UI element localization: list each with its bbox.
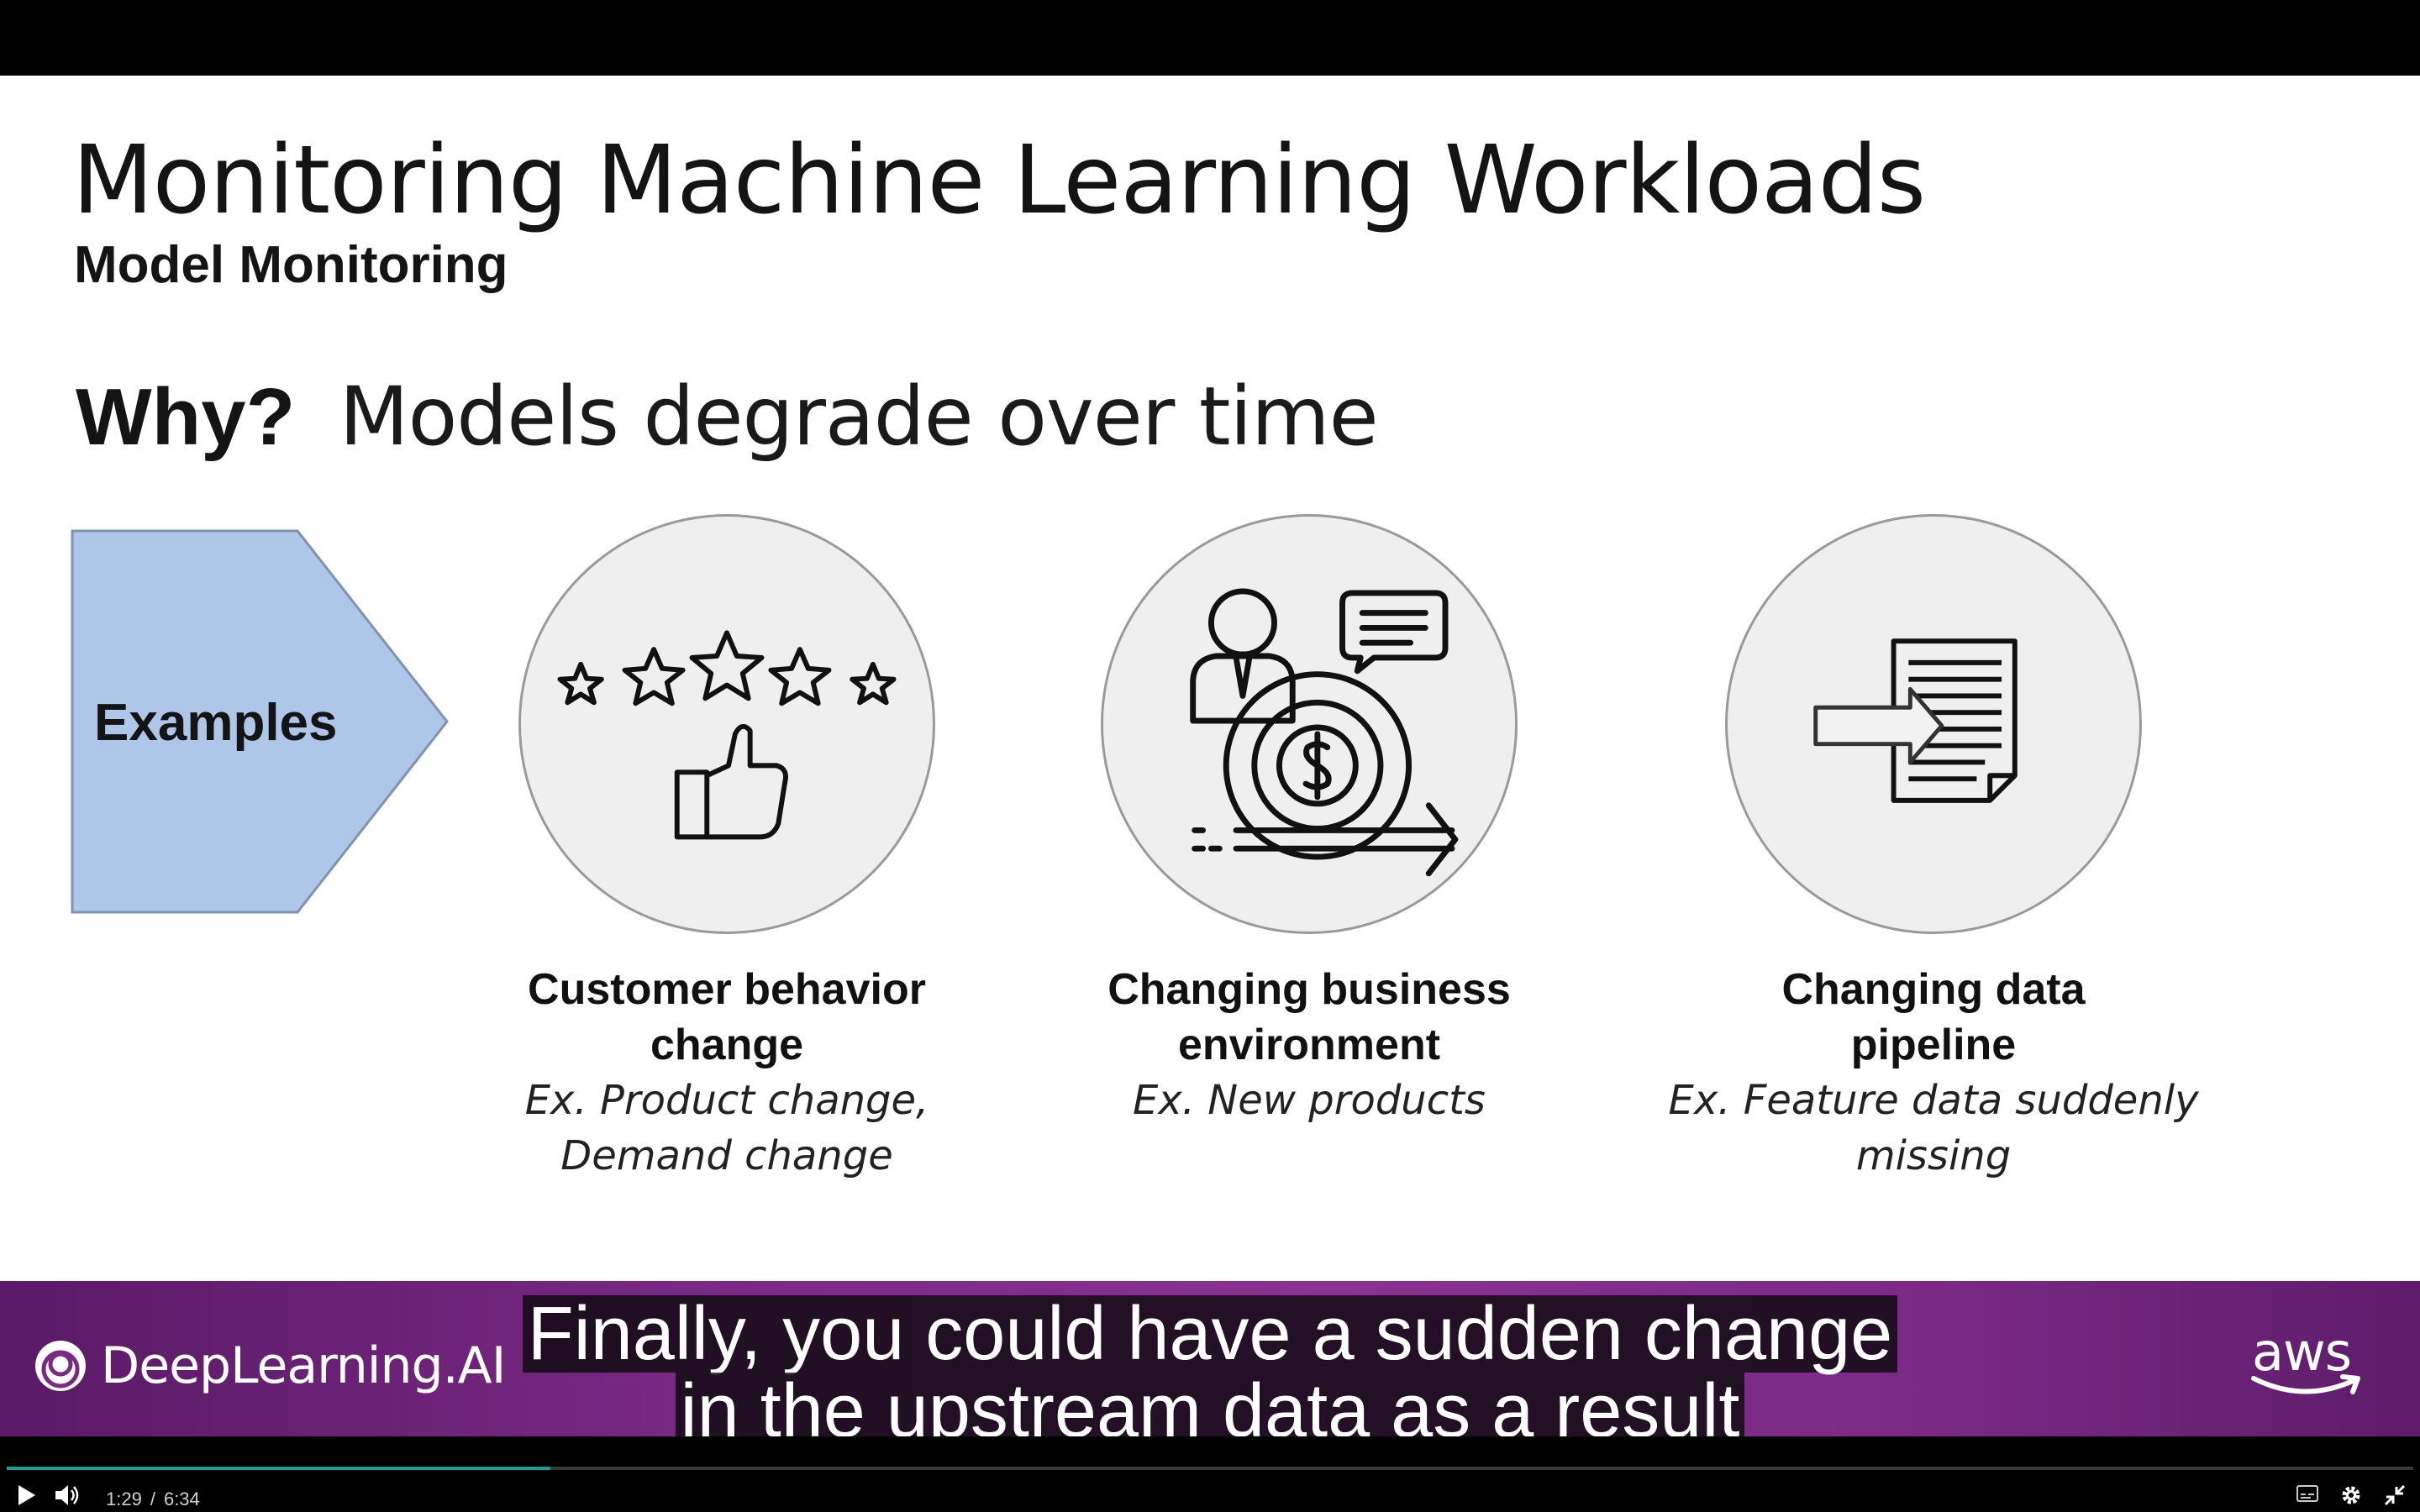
slide-title: Monitoring Machine Learning Workloads bbox=[72, 126, 1926, 235]
duration: 6:34 bbox=[163, 1488, 200, 1509]
subtitle-overlay: Finally, you could have a sudden change … bbox=[0, 1295, 2420, 1450]
exit-fullscreen-icon[interactable] bbox=[2383, 1483, 2407, 1507]
subtitle-line: Finally, you could have a sudden change bbox=[522, 1295, 1898, 1373]
why-statement: Why? Models degrade over time bbox=[76, 370, 1379, 464]
time-separator: / bbox=[150, 1488, 155, 1509]
example-detail: Ex. Feature data suddenly bbox=[1668, 1077, 2199, 1124]
data-pipeline-circle bbox=[1725, 514, 2142, 934]
slide-subtitle: Model Monitoring bbox=[74, 236, 508, 294]
example-heading: environment bbox=[1177, 1021, 1441, 1069]
progress-bar[interactable] bbox=[7, 1467, 2413, 1470]
customer-behavior-circle bbox=[518, 514, 935, 934]
example-heading: change bbox=[650, 1021, 804, 1069]
lecture-slide: Monitoring Machine Learning Workloads Mo… bbox=[0, 76, 2420, 1281]
example-heading: Changing data bbox=[1781, 965, 2086, 1014]
example-heading: Customer behavior bbox=[528, 965, 926, 1014]
example-detail: Demand change bbox=[560, 1132, 893, 1179]
why-text: Models degrade over time bbox=[339, 370, 1379, 464]
progress-fill bbox=[7, 1467, 551, 1470]
customer-behavior-caption: Customer behavior change Ex. Product cha… bbox=[433, 962, 1021, 1184]
example-detail: Ex. Product change, bbox=[524, 1077, 929, 1124]
volume-icon[interactable] bbox=[54, 1483, 81, 1507]
business-environment-circle bbox=[1101, 514, 1518, 934]
play-icon[interactable] bbox=[17, 1483, 37, 1507]
example-detail: Ex. New products bbox=[1133, 1077, 1486, 1124]
example-heading: pipeline bbox=[1850, 1021, 2017, 1069]
why-label: Why? bbox=[76, 372, 296, 462]
businessman-money-icon bbox=[1190, 588, 1459, 877]
settings-gear-icon[interactable] bbox=[2339, 1483, 2363, 1507]
example-detail: missing bbox=[1855, 1132, 2012, 1179]
data-pipeline-document-icon bbox=[1813, 638, 2018, 803]
examples-label: Examples bbox=[94, 694, 338, 752]
player-controls: 1:29 / 6:34 bbox=[0, 1436, 2420, 1512]
current-time: 1:29 bbox=[106, 1488, 142, 1509]
time-display: 1:29 / 6:34 bbox=[106, 1488, 200, 1510]
example-heading: Changing business bbox=[1107, 965, 1511, 1014]
business-environment-caption: Changing business environment Ex. New pr… bbox=[1015, 962, 1603, 1128]
closed-captions-icon[interactable] bbox=[2296, 1483, 2319, 1504]
rating-thumbs-up-icon bbox=[557, 630, 897, 840]
data-pipeline-caption: Changing data pipeline Ex. Feature data … bbox=[1639, 962, 2228, 1184]
video-player[interactable]: Monitoring Machine Learning Workloads Mo… bbox=[0, 0, 2420, 1512]
